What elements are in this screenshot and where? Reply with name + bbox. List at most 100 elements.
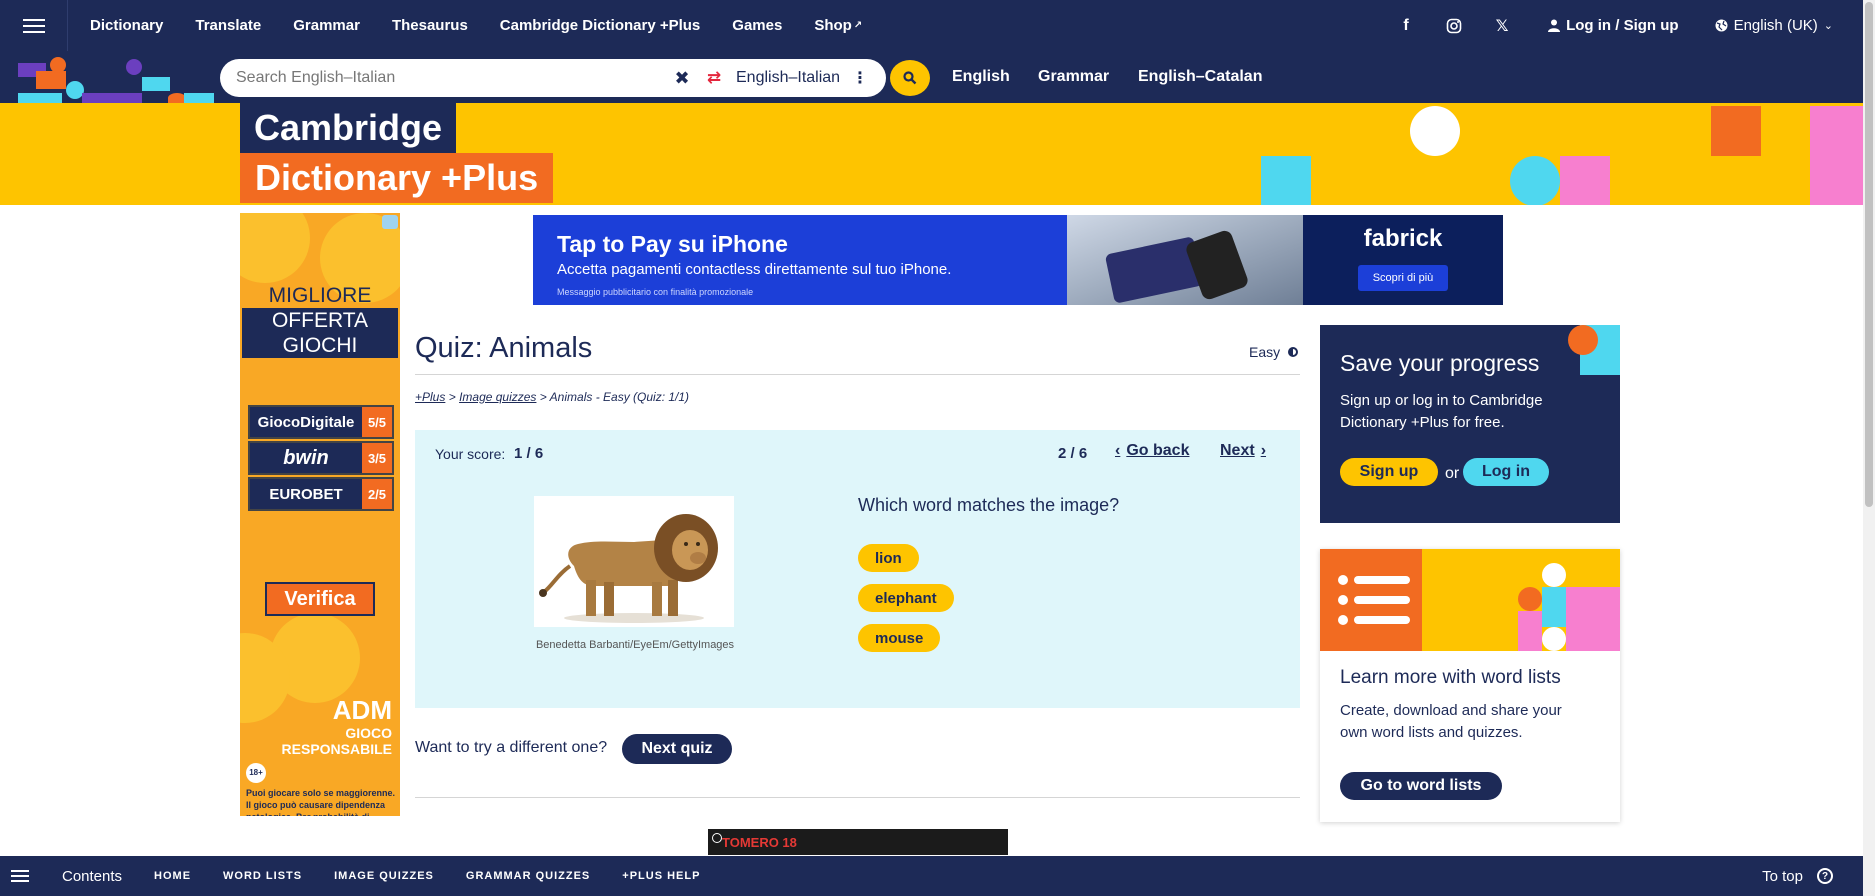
- facebook-icon[interactable]: f: [1390, 13, 1422, 39]
- ad-rankings: GiocoDigitale 5/5 bwin 3/5 EUROBET 2/5: [248, 405, 394, 513]
- divider: [415, 797, 1300, 798]
- contents-menu-button[interactable]: [0, 875, 40, 877]
- menu-button[interactable]: [0, 0, 68, 51]
- breadcrumb-plus[interactable]: +Plus: [415, 390, 445, 404]
- save-progress-text: Sign up or log in to Cambridge Dictionar…: [1340, 392, 1543, 431]
- ad-cta-button[interactable]: Scopri di più: [1358, 265, 1448, 291]
- nav-right: f 𝕏 Log in / Sign up English (UK) ⌄: [1390, 13, 1863, 39]
- nav-translate[interactable]: Translate: [185, 0, 271, 51]
- search-button[interactable]: [890, 60, 930, 96]
- answer-lion[interactable]: lion: [858, 544, 919, 572]
- swap-language-button[interactable]: ⇄: [702, 65, 726, 91]
- external-link-icon: ↗: [853, 20, 863, 31]
- bottom-link-image-quizzes[interactable]: IMAGE QUIZZES: [334, 870, 434, 882]
- nav-shop[interactable]: Shop ↗: [804, 0, 872, 51]
- question-progress: 2 / 6: [1058, 445, 1088, 462]
- go-back-button[interactable]: ‹ Go back: [1115, 442, 1189, 460]
- score-label: Your score:: [435, 446, 506, 462]
- answer-elephant[interactable]: elephant: [858, 584, 954, 612]
- ad-brand: fabrick: [1363, 225, 1443, 252]
- bottom-link-grammar-quizzes[interactable]: GRAMMAR QUIZZES: [466, 870, 590, 882]
- banner-title-line2: Dictionary +Plus: [240, 153, 554, 203]
- search-icon: [903, 71, 917, 85]
- clear-search-button[interactable]: ✖: [670, 65, 694, 91]
- user-icon: [1548, 19, 1561, 32]
- answer-mouse[interactable]: mouse: [858, 624, 941, 652]
- quiz-panel: Your score: 1 / 6 2 / 6 ‹ Go back Next ›…: [415, 430, 1300, 708]
- quiz-image-lion: [534, 496, 734, 627]
- bottom-link-word-lists[interactable]: WORD LISTS: [223, 870, 302, 882]
- hamburger-icon: [11, 875, 29, 877]
- ad-verify-button[interactable]: Verifica: [265, 582, 375, 616]
- save-progress-title: Save your progress: [1340, 350, 1540, 376]
- bottom-link-home[interactable]: HOME: [154, 870, 191, 882]
- search-box: ✖ ⇄ English–Italian ⋮: [220, 59, 886, 97]
- ad-choices-icon[interactable]: [382, 215, 398, 229]
- info-icon: [712, 833, 722, 843]
- search-input[interactable]: [236, 69, 676, 87]
- contents-link[interactable]: Contents: [62, 868, 122, 885]
- more-options-icon: ⋮: [852, 70, 868, 87]
- dictionary-selector[interactable]: English–Italian ⋮: [730, 63, 880, 93]
- score-value: 1 / 6: [514, 445, 544, 462]
- age-badge: 18+: [246, 763, 266, 783]
- ad-row: EUROBET 2/5: [248, 477, 394, 511]
- ad-disclaimer: ADM GIOCO RESPONSABILE 18+ Puoi giocare …: [246, 695, 396, 816]
- plus-banner: Cambridge Dictionary +Plus: [0, 103, 1863, 205]
- cambridge-logo[interactable]: [18, 57, 218, 103]
- swap-arrows-icon: ⇄: [706, 68, 722, 87]
- word-list-illustration: [1320, 549, 1422, 651]
- chevron-left-icon: ‹: [1115, 442, 1121, 459]
- quick-link-grammar[interactable]: Grammar: [1038, 59, 1109, 95]
- save-progress-panel: Save your progress Sign up or log in to …: [1320, 325, 1620, 523]
- quiz-question: Which word matches the image?: [858, 495, 1120, 515]
- half-circle-icon: [1288, 347, 1299, 357]
- bottom-link-plus-help[interactable]: +PLUS HELP: [622, 870, 700, 882]
- globe-icon: [1715, 19, 1728, 32]
- chevron-down-icon: ⌄: [1823, 20, 1833, 32]
- image-credit: Benedetta Barbanti/EyeEm/GettyImages: [535, 639, 735, 651]
- nav-grammar[interactable]: Grammar: [283, 0, 370, 51]
- word-lists-title: Learn more with word lists: [1340, 667, 1561, 688]
- language-selector[interactable]: English (UK) ⌄: [1715, 17, 1833, 34]
- breadcrumb: +Plus > Image quizzes > Animals - Easy (…: [415, 390, 690, 404]
- ad-title: MIGLIORE OFFERTA GIOCHI: [240, 283, 400, 358]
- quick-link-english[interactable]: English: [952, 59, 1010, 95]
- top-advertisement[interactable]: Tap to Pay su iPhone Accetta pagamenti c…: [533, 215, 1503, 305]
- nav-dictionary[interactable]: Dictionary: [80, 0, 173, 51]
- banner-title-line1: Cambridge: [240, 103, 457, 153]
- close-icon: ✖: [674, 67, 690, 88]
- breadcrumb-image-quizzes[interactable]: Image quizzes: [459, 390, 536, 404]
- log-in-button[interactable]: Log in: [1463, 458, 1549, 486]
- go-to-word-lists-button[interactable]: Go to word lists: [1340, 772, 1502, 800]
- x-twitter-icon[interactable]: 𝕏: [1486, 13, 1518, 39]
- help-icon[interactable]: ?: [1817, 868, 1833, 884]
- to-top-link[interactable]: To top: [1762, 868, 1803, 885]
- hamburger-icon: [22, 24, 45, 27]
- nav-thesaurus[interactable]: Thesaurus: [382, 0, 478, 51]
- try-different-text: Want to try a different one?: [415, 739, 608, 756]
- search-row: ✖ ⇄ English–Italian ⋮ English Grammar En…: [0, 51, 1863, 103]
- login-signup-link[interactable]: Log in / Sign up: [1548, 17, 1679, 34]
- or-text: or: [1445, 465, 1460, 482]
- instagram-icon[interactable]: [1438, 13, 1470, 39]
- word-lists-panel: Learn more with word lists Create, downl…: [1320, 549, 1620, 822]
- sign-up-button[interactable]: Sign up: [1340, 458, 1438, 486]
- next-quiz-button[interactable]: Next quiz: [622, 734, 732, 764]
- ad-row: GiocoDigitale 5/5: [248, 405, 394, 439]
- quick-link-english-catalan[interactable]: English–Catalan: [1138, 59, 1262, 95]
- ad-row: bwin 3/5: [248, 441, 394, 475]
- nav-games[interactable]: Games: [722, 0, 792, 51]
- word-lists-text: Create, download and share your own word…: [1340, 702, 1562, 741]
- difficulty-indicator: Easy: [1249, 344, 1299, 360]
- bottom-advertisement[interactable]: TOMERO 18: [708, 829, 1008, 855]
- scrollbar-thumb[interactable]: [1865, 2, 1873, 507]
- top-navigation: Dictionary Translate Grammar Thesaurus C…: [0, 0, 1863, 51]
- nav-dictionary-plus[interactable]: Cambridge Dictionary +Plus: [490, 0, 710, 51]
- left-advertisement[interactable]: MIGLIORE OFFERTA GIOCHI GiocoDigitale 5/5…: [240, 213, 400, 816]
- page-title: Quiz: Animals: [415, 332, 593, 364]
- chevron-right-icon: ›: [1260, 442, 1267, 459]
- divider: [415, 374, 1300, 375]
- next-button[interactable]: Next ›: [1220, 442, 1266, 460]
- page-scrollbar[interactable]: [1863, 0, 1875, 896]
